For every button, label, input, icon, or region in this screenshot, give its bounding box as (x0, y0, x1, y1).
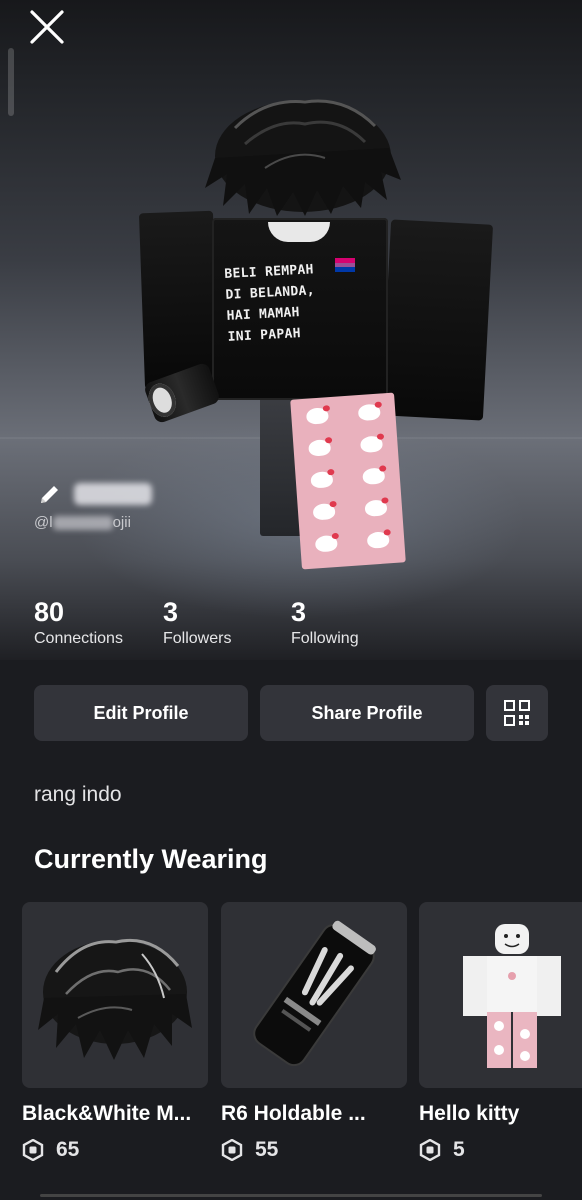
profile-bio: rang indo (34, 783, 122, 806)
wearing-item-card[interactable]: R6 Holdable ... 55 (221, 902, 407, 1162)
display-name-row[interactable] (38, 482, 152, 506)
stat-label: Followers (163, 630, 232, 647)
close-icon (30, 10, 64, 44)
flag-icon (335, 258, 355, 273)
item-name[interactable]: Hello kitty (419, 1102, 582, 1126)
wearing-item-card[interactable]: Hello kitty 5 (419, 902, 582, 1162)
home-indicator (40, 1194, 542, 1197)
avatar-right-arm (380, 219, 494, 421)
item-name[interactable]: R6 Holdable ... (221, 1102, 407, 1126)
item-price: 55 (221, 1138, 407, 1162)
stat-label: Connections (34, 630, 123, 647)
item-thumbnail[interactable] (221, 902, 407, 1088)
avatar-render: BELI REMPAH DI BELANDA, HAI MAMAH INI PA… (0, 0, 582, 600)
avatar-outfit-icon (463, 924, 561, 1068)
currently-wearing-title: Currently Wearing (34, 844, 268, 874)
pencil-icon[interactable] (38, 482, 62, 506)
robux-icon (22, 1139, 44, 1161)
share-profile-button[interactable]: Share Profile (260, 685, 474, 741)
username-suffix: ojii (112, 514, 131, 531)
stat-value: 80 (34, 597, 65, 627)
item-price: 5 (419, 1138, 582, 1162)
stat-following[interactable]: 3 Following (291, 596, 359, 648)
item-price-value: 55 (255, 1138, 279, 1161)
username-redacted (52, 516, 113, 531)
avatar-hero: BELI REMPAH DI BELANDA, HAI MAMAH INI PA… (0, 0, 582, 660)
username: @l ojii (34, 514, 131, 531)
hair-icon (38, 938, 192, 1060)
robux-icon (419, 1139, 441, 1161)
item-thumbnail[interactable] (22, 902, 208, 1088)
robux-icon (221, 1139, 243, 1161)
scrollbar[interactable] (8, 48, 14, 116)
username-prefix: @l (34, 514, 53, 531)
avatar-left-arm (138, 210, 220, 390)
stat-label: Following (291, 630, 359, 647)
edit-profile-button[interactable]: Edit Profile (34, 685, 248, 741)
item-price-value: 65 (56, 1138, 80, 1161)
avatar-right-leg (290, 392, 406, 570)
item-thumbnail[interactable] (419, 902, 582, 1088)
wearing-item-card[interactable]: Black&White M... 65 (22, 902, 208, 1162)
close-button[interactable] (26, 6, 68, 48)
stat-followers[interactable]: 3 Followers (163, 596, 231, 648)
stat-value: 3 (163, 597, 179, 627)
stat-connections[interactable]: 80 Connections (34, 596, 123, 648)
energy-drink-can-icon (253, 920, 376, 1067)
qr-code-icon (504, 700, 530, 726)
qr-code-button[interactable] (486, 685, 548, 741)
hair-render (205, 99, 401, 216)
stat-value: 3 (291, 597, 307, 627)
item-price-value: 5 (453, 1138, 465, 1161)
item-name[interactable]: Black&White M... (22, 1102, 208, 1126)
item-price: 65 (22, 1138, 208, 1162)
display-name-redacted (74, 483, 152, 505)
